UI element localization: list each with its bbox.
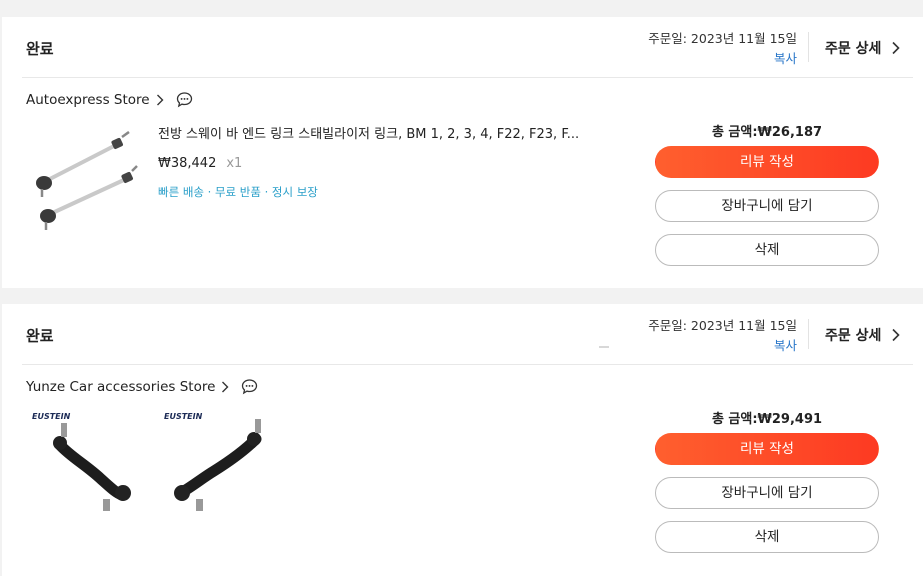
product-price: ₩38,442	[158, 156, 217, 171]
product-quantity: x1	[226, 156, 243, 171]
add-to-cart-button[interactable]: 장바구니에 담기	[655, 477, 879, 509]
order-status: 완료	[26, 327, 54, 345]
card-divider	[22, 364, 913, 365]
product-image[interactable]: EUSTEIN EUSTEIN	[26, 407, 286, 527]
price-row: ₩38,442 x1	[158, 156, 242, 171]
write-review-button[interactable]: 리뷰 작성	[655, 146, 879, 178]
order-card: 완료 주문일: 2023년 11월 15일 복사 주문 상세 Yunze Car…	[2, 304, 923, 576]
order-date: 주문일: 2023년 11월 15일	[648, 318, 797, 333]
order-total: 총 금액:₩29,491	[711, 412, 823, 427]
order-status: 완료	[26, 40, 54, 58]
store-name: Yunze Car accessories Store	[26, 378, 216, 395]
product-image[interactable]	[26, 125, 138, 237]
order-detail-label: 주문 상세	[825, 328, 882, 344]
brand-logo: EUSTEIN	[32, 412, 71, 421]
order-total: 총 금액:₩26,187	[711, 125, 823, 140]
chevron-right-icon	[892, 328, 901, 342]
chat-bubble-icon[interactable]	[176, 91, 193, 108]
header-divider	[808, 32, 809, 62]
brand-logo: EUSTEIN	[164, 412, 203, 421]
product-title[interactable]: 전방 스웨이 바 엔드 링크 스태빌라이저 링크, BM 1, 2, 3, 4,…	[158, 123, 608, 142]
chat-bubble-icon[interactable]	[241, 378, 258, 395]
order-detail-label: 주문 상세	[825, 41, 882, 57]
delete-order-button[interactable]: 삭제	[655, 521, 879, 553]
chevron-right-icon	[892, 41, 901, 55]
chevron-right-icon	[222, 381, 229, 392]
delete-order-button[interactable]: 삭제	[655, 234, 879, 266]
header-divider	[808, 319, 809, 349]
store-link[interactable]: Yunze Car accessories Store	[26, 378, 258, 395]
chevron-right-icon	[156, 94, 164, 105]
store-link[interactable]: Autoexpress Store	[26, 91, 193, 108]
card-divider	[22, 77, 913, 78]
divider-mark	[599, 346, 609, 348]
order-detail-button[interactable]: 주문 상세	[825, 38, 903, 58]
order-detail-button[interactable]: 주문 상세	[825, 325, 903, 345]
copy-order-link[interactable]: 복사	[774, 335, 797, 354]
order-card: 완료 주문일: 2023년 11월 15일 복사 주문 상세 Autoexpre…	[2, 17, 923, 288]
store-name: Autoexpress Store	[26, 91, 150, 108]
write-review-button[interactable]: 리뷰 작성	[655, 433, 879, 465]
order-date: 주문일: 2023년 11월 15일	[648, 31, 797, 46]
copy-order-link[interactable]: 복사	[774, 48, 797, 67]
add-to-cart-button[interactable]: 장바구니에 담기	[655, 190, 879, 222]
shipping-benefits: 빠른 배송 · 무료 반품 · 정시 보장	[158, 185, 318, 199]
